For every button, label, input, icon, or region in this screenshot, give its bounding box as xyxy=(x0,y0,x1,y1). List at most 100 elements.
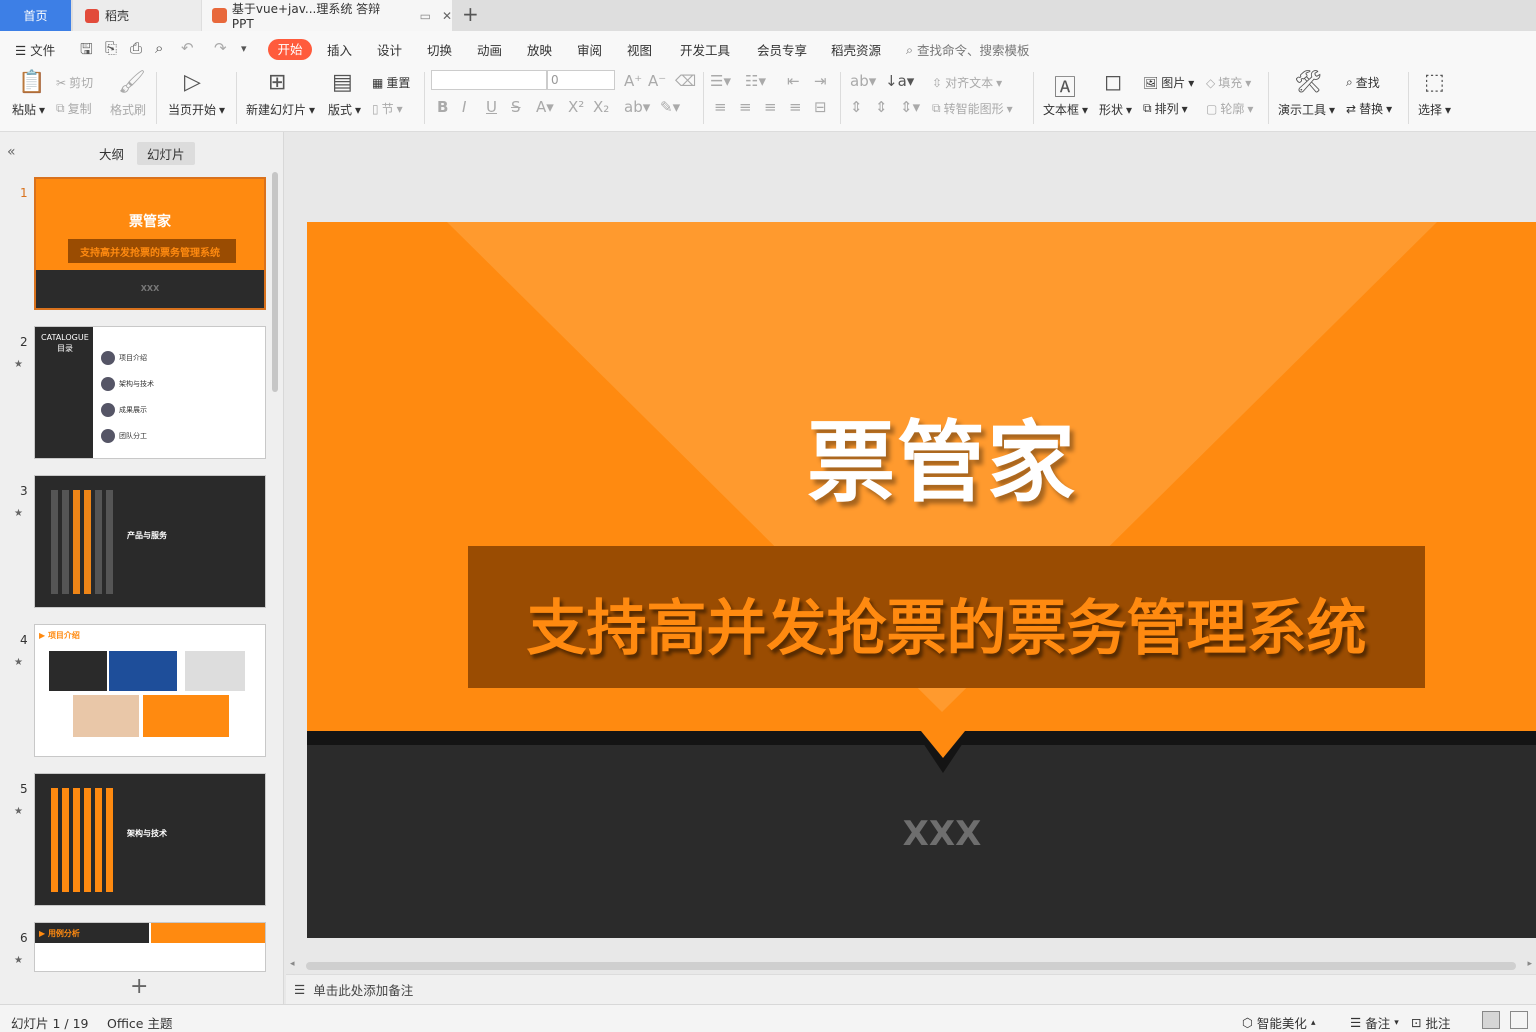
text-direction-icon[interactable]: ab▾ xyxy=(850,72,876,90)
slide-author[interactable]: XXX xyxy=(307,814,1536,854)
menu-tab-transition[interactable]: 切换 xyxy=(427,40,452,59)
horizontal-scrollbar[interactable]: ◂ ▸ xyxy=(286,958,1536,974)
menu-tab-review[interactable]: 审阅 xyxy=(577,40,602,59)
panel-scrollbar[interactable] xyxy=(272,172,278,392)
undo-icon[interactable]: ↶ xyxy=(181,39,194,57)
chevron-down-icon[interactable]: ▾ xyxy=(241,42,247,55)
picture-button[interactable]: 🖼 图片 ▾ xyxy=(1143,74,1194,91)
italic-icon[interactable]: I xyxy=(462,98,466,116)
add-slide-button[interactable]: + xyxy=(130,974,148,999)
collapse-panel-icon[interactable]: « xyxy=(7,144,16,160)
spacing-icon[interactable]: ⇕▾ xyxy=(900,98,920,116)
menu-tab-insert[interactable]: 插入 xyxy=(327,40,352,59)
presentation-tools-button[interactable]: 演示工具 ▾ xyxy=(1278,101,1335,118)
scroll-left-icon[interactable]: ◂ xyxy=(290,959,295,969)
clear-format-icon[interactable]: ⌫ xyxy=(675,72,696,90)
layout-button[interactable]: 版式 ▾ xyxy=(328,101,361,118)
distribute-icon[interactable]: ⊟ xyxy=(814,98,827,116)
fill-button[interactable]: ◇ 填充 ▾ xyxy=(1206,74,1251,91)
slide-subtitle[interactable]: 支持高并发抢票的票务管理系统 xyxy=(468,580,1425,667)
redo-icon[interactable]: ↷ xyxy=(214,39,227,57)
smart-beautify-button[interactable]: ⬡ 智能美化 ▴ xyxy=(1242,1013,1315,1032)
paragraph-spacing-icon[interactable]: ⇕ xyxy=(875,98,888,116)
bold-icon[interactable]: B xyxy=(437,98,448,116)
decrease-indent-icon[interactable]: ⇤ xyxy=(787,72,800,90)
tab-slides[interactable]: 幻灯片 xyxy=(137,142,195,165)
decrease-font-icon[interactable]: A⁻ xyxy=(648,72,666,90)
increase-indent-icon[interactable]: ⇥ xyxy=(814,72,827,90)
menu-tab-developer[interactable]: 开发工具 xyxy=(680,40,730,59)
menu-tab-home[interactable]: 开始 xyxy=(268,39,312,60)
slide-thumbnail-6[interactable]: ▶ 用例分析 xyxy=(34,922,266,972)
underline-icon[interactable]: U xyxy=(486,98,497,116)
export-icon[interactable]: ⎘ xyxy=(105,39,117,57)
strikethrough-icon[interactable]: S xyxy=(511,98,521,116)
sort-icon[interactable]: ↓a▾ xyxy=(885,72,914,90)
slide-thumbnail-1[interactable]: 票管家 支持高并发抢票的票务管理系统 XXX xyxy=(34,177,266,310)
preview-icon[interactable]: ⌕ xyxy=(155,39,163,57)
phonetic-icon[interactable]: ab▾ xyxy=(624,98,650,116)
menu-tab-member[interactable]: 会员专享 xyxy=(757,40,807,59)
tab-outline[interactable]: 大纲 xyxy=(99,144,124,163)
slide-thumbnail-2[interactable]: CATALOGUE 目录 项目介绍 架构与技术 成果展示 团队分工 xyxy=(34,326,266,459)
smart-art-button[interactable]: ⧉ 转智能图形 ▾ xyxy=(932,100,1013,117)
paste-button[interactable]: 粘贴 ▾ xyxy=(12,101,45,118)
superscript-icon[interactable]: X² xyxy=(568,98,584,116)
print-icon[interactable]: ⎙ xyxy=(130,39,142,57)
notes-toggle-button[interactable]: ☰ 备注 ▾ xyxy=(1350,1013,1399,1032)
close-tab-icon[interactable]: ✕ xyxy=(442,9,452,23)
reset-button[interactable]: ▦ 重置 xyxy=(372,74,410,91)
align-left-icon[interactable]: ≡ xyxy=(714,98,727,116)
bullets-icon[interactable]: ☰▾ xyxy=(710,72,731,90)
play-from-current-button[interactable]: 当页开始 ▾ xyxy=(168,101,225,118)
tab-home[interactable]: 首页 xyxy=(0,0,71,31)
line-spacing-icon[interactable]: ⇕ xyxy=(850,98,863,116)
shape-button[interactable]: 形状 ▾ xyxy=(1099,101,1132,118)
notes-area[interactable]: ☰ 单击此处添加备注 xyxy=(286,974,1536,1004)
command-search[interactable]: ⌕ 查找命令、搜索模板 xyxy=(906,40,1030,59)
textbox-button[interactable]: 文本框 ▾ xyxy=(1043,101,1088,118)
subscript-icon[interactable]: X₂ xyxy=(593,98,609,116)
slide-thumbnail-3[interactable]: 产品与服务 xyxy=(34,475,266,608)
select-button[interactable]: 选择 ▾ xyxy=(1418,101,1451,118)
cut-button[interactable]: ✂ 剪切 xyxy=(56,74,93,91)
format-painter-button[interactable]: 格式刷 xyxy=(110,101,146,118)
menu-tab-animation[interactable]: 动画 xyxy=(477,40,502,59)
tab-daoke[interactable]: 稻壳 xyxy=(73,0,201,31)
scrollbar-thumb[interactable] xyxy=(306,962,1516,970)
menu-tab-slideshow[interactable]: 放映 xyxy=(527,40,552,59)
slide-sorter-view-icon[interactable] xyxy=(1510,1011,1528,1029)
menu-tab-design[interactable]: 设计 xyxy=(377,40,402,59)
normal-view-icon[interactable] xyxy=(1482,1011,1500,1029)
paste-icon[interactable]: 📋 xyxy=(18,70,45,95)
section-button[interactable]: ▯ 节 ▾ xyxy=(372,100,403,117)
find-button[interactable]: ⌕ 查找 xyxy=(1346,74,1380,91)
menu-tab-daoke-resources[interactable]: 稻壳资源 xyxy=(831,40,881,59)
align-right-icon[interactable]: ≡ xyxy=(764,98,777,116)
new-tab-button[interactable]: + xyxy=(462,2,479,26)
font-name-select[interactable] xyxy=(431,70,547,90)
window-icon[interactable]: ▭ xyxy=(420,9,431,23)
comments-button[interactable]: ⊡ 批注 xyxy=(1411,1013,1451,1032)
outline-button[interactable]: ▢ 轮廓 ▾ xyxy=(1206,100,1253,117)
copy-button[interactable]: ⧉ 复制 xyxy=(56,100,92,117)
font-color-icon[interactable]: A▾ xyxy=(536,98,554,116)
font-size-select[interactable]: 0 xyxy=(547,70,615,90)
slide-thumbnail-5[interactable]: 架构与技术 xyxy=(34,773,266,906)
align-center-icon[interactable]: ≡ xyxy=(739,98,752,116)
justify-icon[interactable]: ≡ xyxy=(789,98,802,116)
menu-tab-view[interactable]: 视图 xyxy=(627,40,652,59)
slide-title[interactable]: 票管家 xyxy=(307,392,1536,519)
numbering-icon[interactable]: ☷▾ xyxy=(745,72,766,90)
arrange-button[interactable]: ⧉ 排列 ▾ xyxy=(1143,100,1188,117)
scroll-right-icon[interactable]: ▸ xyxy=(1527,959,1532,969)
new-slide-button[interactable]: 新建幻灯片 ▾ xyxy=(246,101,315,118)
align-text-button[interactable]: ⇳ 对齐文本 ▾ xyxy=(932,74,1002,91)
slide-thumbnail-4[interactable]: ▶ 项目介绍 xyxy=(34,624,266,757)
increase-font-icon[interactable]: A⁺ xyxy=(624,72,642,90)
save-icon[interactable]: 🖫 xyxy=(80,39,93,64)
tab-document[interactable]: 基于vue+jav...理系统 答辩PPT ▭ ✕ xyxy=(202,0,452,31)
slide-canvas[interactable]: 票管家 支持高并发抢票的票务管理系统 XXX xyxy=(307,222,1536,938)
highlight-icon[interactable]: ✎▾ xyxy=(660,98,680,116)
replace-button[interactable]: ⇄ 替换 ▾ xyxy=(1346,100,1392,117)
